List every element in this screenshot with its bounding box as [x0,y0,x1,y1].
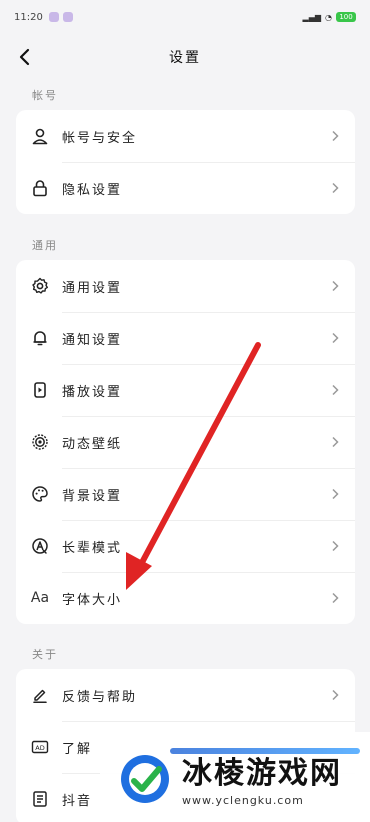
settings-item-live-wallpaper[interactable]: 动态壁纸 [16,416,355,468]
settings-item-label: 反馈与帮助 [62,689,138,705]
settings-item-label: 了解 [62,741,93,757]
status-icons: ▂▄▆ ◔ 100 [303,12,356,22]
settings-item-label: 隐私设置 [62,182,123,198]
settings-item-label: 长辈模式 [62,540,123,556]
ad-icon: AD [30,737,50,757]
settings-item-feedback[interactable]: 反馈与帮助 [16,669,355,721]
settings-item-label: 通用设置 [62,280,123,296]
chevron-right-icon [329,591,341,605]
settings-item-elder-mode[interactable]: 长辈模式 [16,520,355,572]
watermark-url: www.yclengku.com [182,793,304,807]
battery-icon: 100 [336,12,356,22]
watermark-decoration [170,748,360,754]
lock-icon [30,178,50,198]
chevron-right-icon [329,129,341,143]
back-arrow-icon [19,48,30,66]
user-icon [30,126,50,146]
settings-item-notifications[interactable]: 通知设置 [16,312,355,364]
settings-item-label: 字体大小 [62,592,123,608]
target-icon [30,432,50,452]
edit-icon [30,685,50,705]
ad-icon-text: AD [35,744,44,752]
back-button[interactable] [12,44,36,70]
settings-item-label: 通知设置 [62,332,123,348]
settings-item-account-security[interactable]: 帐号与安全 [16,110,355,162]
settings-item-label: 帐号与安全 [62,130,138,146]
bell-icon [30,328,50,348]
section-label-account: 帐号 [32,89,58,102]
settings-item-label: 抖音 [62,793,93,809]
chevron-right-icon [329,331,341,345]
chevron-right-icon [329,279,341,293]
settings-item-background[interactable]: 背景设置 [16,468,355,520]
play-icon [30,380,50,400]
notification-icon [48,12,59,22]
settings-item-general[interactable]: 通用设置 [16,260,355,312]
settings-item-label: 播放设置 [62,384,123,400]
watermark-title: 冰棱游戏网 [182,755,342,791]
chevron-right-icon [329,688,341,702]
watermark-text: 冰棱游戏网 www.yclengku.com [182,748,342,807]
watermark: 冰棱游戏网 www.yclengku.com [100,732,370,822]
status-bar: 11:20 ▂▄▆ ◔ 100 [0,0,370,34]
chevron-right-icon [329,487,341,501]
watermark-logo-icon [121,755,169,803]
chevron-right-icon [329,383,341,397]
chevron-right-icon [329,181,341,195]
section-label-about: 关于 [32,648,58,661]
doc-icon [30,789,50,809]
elder-icon [30,536,50,556]
section-label-general: 通用 [32,239,58,252]
status-time: 11:20 [14,11,43,23]
chevron-right-icon [329,539,341,553]
app-notification-icon [62,12,73,22]
settings-item-privacy[interactable]: 隐私设置 [16,162,355,214]
general-card: 通用设置 通知设置 播放设置 动态壁纸 背景设置 长辈模式 Aa 字体大小 [16,260,355,624]
settings-item-font-size[interactable]: Aa 字体大小 [16,572,355,624]
account-card: 帐号与安全 隐私设置 [16,110,355,214]
signal-icon: ▂▄▆ [302,12,322,22]
gear-icon [30,276,50,296]
top-bar: 设置 [0,34,370,80]
wifi-icon: ◔ [325,12,332,22]
settings-item-playback[interactable]: 播放设置 [16,364,355,416]
settings-item-label: 背景设置 [62,488,123,504]
settings-item-label: 动态壁纸 [62,436,123,452]
chevron-right-icon [329,435,341,449]
font-size-icon: Aa [30,590,50,606]
page-title: 设置 [169,50,201,66]
palette-icon [30,484,50,504]
